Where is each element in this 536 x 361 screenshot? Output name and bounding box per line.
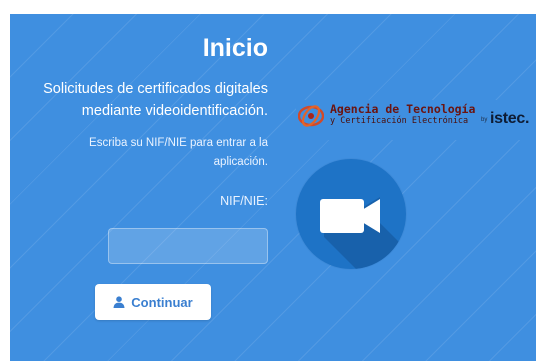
video-call-illustration — [296, 159, 406, 269]
agency-logo-icon — [297, 104, 325, 128]
login-panel: Inicio Solicitudes de certificados digit… — [10, 14, 536, 361]
partner-logo: istec. — [490, 110, 530, 127]
instructions-text: Escriba su NIF/NIE para entrar a la apli… — [89, 137, 268, 168]
nif-input[interactable] — [108, 228, 268, 264]
by-label: by — [481, 117, 488, 123]
background-stripes — [10, 14, 536, 361]
nif-label: NIF/NIE: — [220, 194, 268, 208]
video-camera-icon — [320, 197, 406, 269]
user-icon — [113, 296, 125, 308]
page-title: Inicio — [202, 34, 268, 62]
agency-name: Agencia de Tecnología — [330, 102, 476, 116]
page-subtitle: Solicitudes de certificados digitales me… — [43, 81, 268, 119]
agency-subtitle: y Certificación Electrónica — [330, 116, 469, 126]
continue-button-label: Continuar — [131, 294, 193, 310]
agency-logo: Agencia de Tecnología y Certificación El… — [296, 100, 536, 140]
continue-button[interactable]: Continuar — [95, 284, 211, 320]
